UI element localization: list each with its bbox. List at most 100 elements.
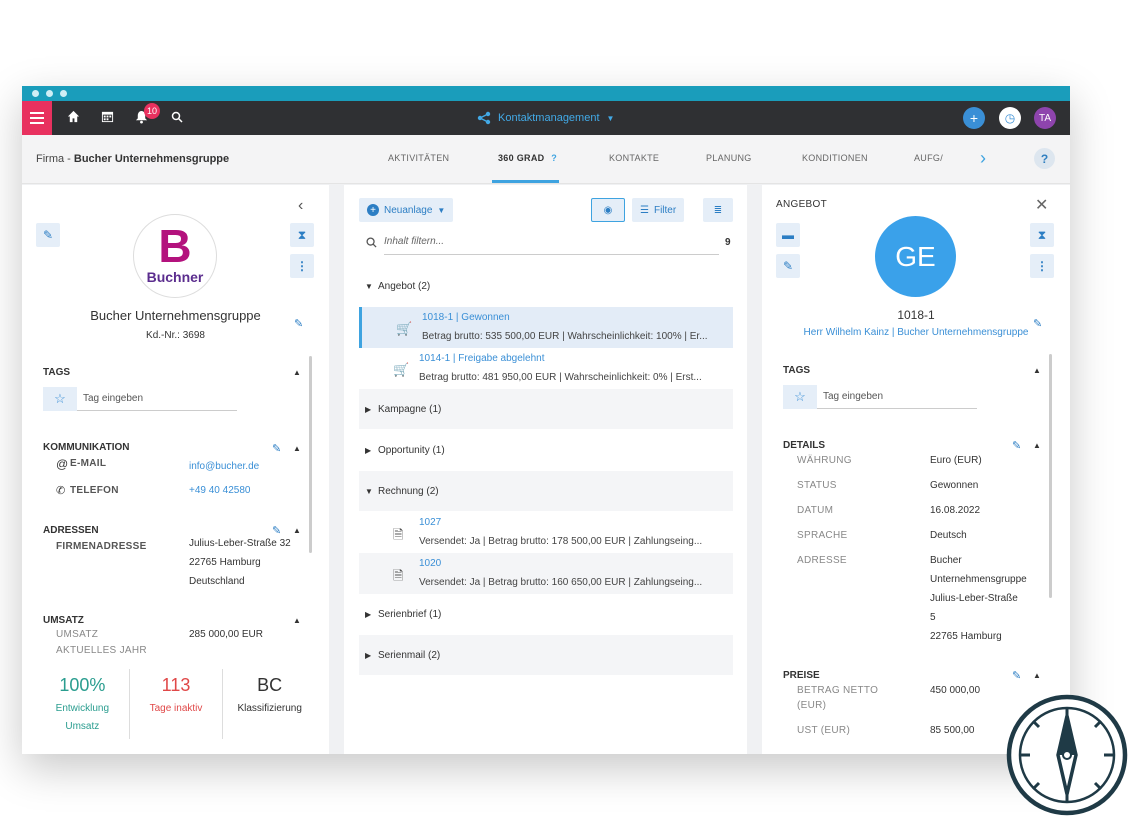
collapse-icon[interactable]: ▲ — [293, 368, 301, 377]
email-link[interactable]: info@bucher.de — [189, 461, 259, 472]
group-serienmail[interactable]: ▶ Serienmail (2) — [359, 635, 733, 675]
scrollbar[interactable] — [1049, 354, 1052, 598]
help-icon[interactable]: ? — [1034, 148, 1055, 169]
list-item[interactable]: 🛒 1014-1 | Freigabe abgelehnt Betrag bru… — [359, 348, 733, 389]
chevron-left-icon[interactable]: ‹ — [298, 197, 303, 215]
star-icon[interactable]: ☆ — [783, 385, 817, 409]
item-title[interactable]: 1018-1 | Gewonnen — [422, 312, 510, 323]
window-dot-minimize[interactable] — [46, 90, 53, 97]
result-count: 9 — [725, 237, 731, 248]
group-rechnung[interactable]: ▼ Rechnung (2) — [359, 471, 733, 511]
collapse-icon[interactable]: ▲ — [1033, 441, 1041, 450]
edit-name-icon[interactable]: ✎ — [294, 317, 303, 330]
vat-label: UST (EUR) — [797, 725, 851, 736]
item-detail: Versendet: Ja | Betrag brutto: 178 500,0… — [419, 536, 703, 547]
tab-konditionen[interactable]: KONDITIONEN — [802, 153, 868, 163]
tag-input[interactable]: Tag eingeben — [817, 385, 977, 409]
group-serienbrief[interactable]: ▶ Serienbrief (1) — [359, 594, 733, 634]
tab-aktivitaeten[interactable]: AKTIVITÄTEN — [388, 153, 449, 163]
address-line: 22765 Hamburg — [930, 631, 1002, 642]
edit-icon[interactable]: ✎ — [36, 223, 60, 247]
collapse-icon[interactable]: ▲ — [293, 444, 301, 453]
tab-aufgaben[interactable]: AUFG/ — [914, 153, 943, 163]
tree-view-button[interactable]: ≣ — [703, 198, 733, 222]
address-label: ADRESSE — [797, 555, 847, 566]
search-icon[interactable] — [171, 110, 183, 126]
item-detail: Betrag brutto: 481 950,00 EUR | Wahrsche… — [419, 372, 702, 383]
revenue-label: AKTUELLES JAHR — [56, 645, 147, 656]
breadcrumb: Firma - Bucher Unternehmensgruppe — [36, 153, 229, 165]
edit-prices-icon[interactable]: ✎ — [1012, 669, 1021, 682]
kpi-development: 100% Entwicklung Umsatz — [36, 669, 130, 739]
filter-label: Filter — [653, 204, 677, 216]
edit-communication-icon[interactable]: ✎ — [272, 442, 281, 455]
kpi-value: BC — [257, 675, 283, 695]
item-title[interactable]: 1027 — [419, 517, 441, 528]
tag-input[interactable]: Tag eingeben — [77, 387, 237, 411]
offer-panel: ANGEBOT ✕ ▬ ✎ ⧗ ⋮ GE 1018-1 Herr Wilhelm… — [762, 185, 1070, 754]
app-switcher[interactable]: Kontaktmanagement ▼ — [477, 111, 614, 125]
phone-link[interactable]: +49 40 42580 — [189, 485, 250, 496]
filter-button[interactable]: ☰ Filter — [632, 198, 685, 222]
item-title[interactable]: 1020 — [419, 558, 441, 569]
user-avatar[interactable]: TA — [1034, 107, 1056, 129]
star-icon[interactable]: ☆ — [43, 387, 77, 411]
more-options-icon[interactable]: ⋮ — [1030, 254, 1054, 278]
tab-planung[interactable]: PLANUNG — [706, 153, 752, 163]
more-options-icon[interactable]: ⋮ — [290, 254, 314, 278]
kpi-value: 100% — [59, 675, 106, 695]
tab-kontakte[interactable]: KONTAKTE — [609, 153, 659, 163]
window-dot-maximize[interactable] — [60, 90, 67, 97]
plus-icon: + — [969, 110, 979, 126]
edit-details-icon[interactable]: ✎ — [1012, 439, 1021, 452]
edit-icon[interactable]: ✎ — [776, 254, 800, 278]
group-kampagne[interactable]: ▶ Kampagne (1) — [359, 389, 733, 429]
breadcrumb-name: Bucher Unternehmensgruppe — [73, 153, 230, 165]
view-toggle-button[interactable]: ◉ — [591, 198, 625, 222]
calendar-icon[interactable] — [101, 110, 114, 126]
list-item[interactable]: 🗎 1020 Versendet: Ja | Betrag brutto: 16… — [359, 553, 733, 594]
group-angebot[interactable]: ▼ Angebot (2) — [359, 266, 733, 306]
eye-icon: ◉ — [603, 204, 613, 216]
kpi-classification: BC Klassifizierung — [223, 669, 316, 739]
close-icon[interactable]: ✕ — [1035, 195, 1048, 215]
plus-circle-icon: + — [367, 204, 379, 216]
tab-360-grad[interactable]: 360 GRAD ? — [498, 153, 557, 163]
hourglass-icon[interactable]: ⧗ — [1030, 223, 1054, 247]
collapse-icon[interactable]: ▲ — [1033, 366, 1041, 375]
collapse-icon[interactable]: ▲ — [293, 526, 301, 535]
new-entry-label: Neuanlage — [384, 204, 433, 216]
new-entry-button[interactable]: + Neuanlage ▼ — [359, 198, 454, 222]
chevron-right-icon[interactable]: › — [980, 148, 986, 169]
phone-label: TELEFON — [70, 485, 119, 496]
address-line: Unternehmensgruppe — [930, 574, 1027, 585]
collapse-icon[interactable]: ▲ — [1033, 671, 1041, 680]
address-line: 5 — [930, 612, 936, 623]
tab-help-icon[interactable]: ? — [551, 153, 557, 163]
list-item[interactable]: 🛒 1018-1 | Gewonnen Betrag brutto: 535 5… — [359, 307, 733, 348]
phone-icon: ✆ — [56, 485, 66, 497]
group-opportunity[interactable]: ▶ Opportunity (1) — [359, 430, 733, 470]
detail-label: SPRACHE — [797, 530, 848, 541]
menu-icon[interactable] — [22, 101, 52, 135]
edit-address-icon[interactable]: ✎ — [272, 524, 281, 537]
company-name: Bucher Unternehmensgruppe — [90, 308, 261, 323]
list-item[interactable]: 🗎 1027 Versendet: Ja | Betrag brutto: 17… — [359, 512, 733, 553]
hourglass-icon[interactable]: ⧗ — [290, 223, 314, 247]
triangle-down-icon: ▼ — [365, 282, 373, 291]
add-button[interactable]: + — [963, 107, 985, 129]
item-detail: Betrag brutto: 535 500,00 EUR | Wahrsche… — [422, 331, 708, 342]
history-button[interactable]: ◷ — [999, 107, 1021, 129]
breadcrumb-prefix: Firma - — [36, 153, 71, 165]
address-line: Julius-Leber-Straße — [930, 593, 1018, 604]
scrollbar[interactable] — [309, 356, 312, 553]
search-input[interactable]: Inhalt filtern... — [384, 236, 719, 255]
edit-offer-icon[interactable]: ✎ — [1033, 317, 1042, 330]
folder-icon[interactable]: ▬ — [776, 223, 800, 247]
item-title[interactable]: 1014-1 | Freigabe abgelehnt — [419, 353, 544, 364]
contact-link[interactable]: Herr Wilhelm Kainz | Bucher Unternehmens… — [762, 327, 1070, 338]
window-dot-close[interactable] — [32, 90, 39, 97]
net-amount-value: 450 000,00 — [930, 685, 981, 696]
home-icon[interactable] — [67, 110, 80, 126]
collapse-icon[interactable]: ▲ — [293, 616, 301, 625]
